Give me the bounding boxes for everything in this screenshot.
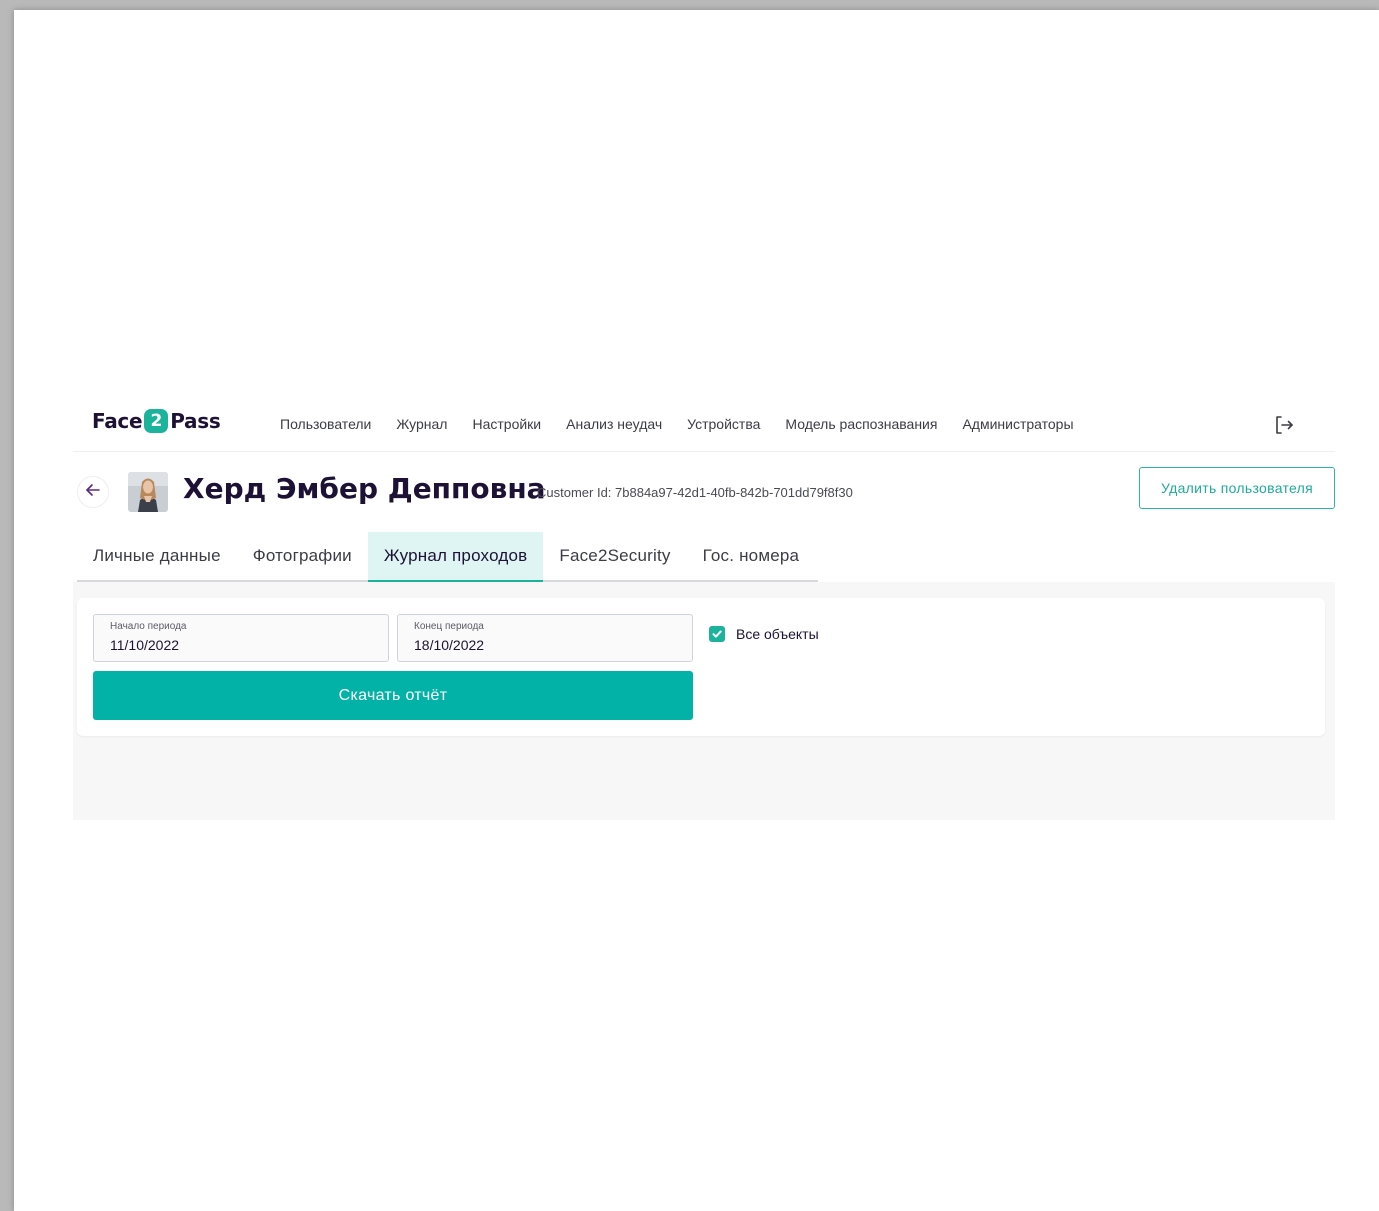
nav-item-recognition-model[interactable]: Модель распознавания [785,416,937,432]
period-end-label: Конец периода [414,621,484,632]
logout-icon[interactable] [1273,414,1295,436]
back-button[interactable] [77,476,109,508]
period-end-input[interactable] [414,637,664,653]
user-avatar [128,472,168,512]
delete-user-button[interactable]: Удалить пользователя [1139,467,1335,509]
period-end-field[interactable]: Конец периода [397,614,693,662]
checkbox-checked-icon[interactable] [709,626,725,642]
arrow-left-icon [84,481,102,504]
period-start-label: Начало периода [110,621,187,632]
tab-content-area: Начало периода Конец периода Все объекты… [73,582,1335,820]
nav-item-devices[interactable]: Устройства [687,416,760,432]
tab-photos[interactable]: Фотографии [237,532,368,580]
browser-window: Face 2 Pass Пользователи Журнал Настройк… [14,10,1379,1211]
period-start-field[interactable]: Начало периода [93,614,389,662]
nav-item-journal[interactable]: Журнал [396,416,447,432]
nav-item-administrators[interactable]: Администраторы [962,416,1073,432]
logo-badge-two: 2 [144,409,169,433]
tab-face2security[interactable]: Face2Security [543,532,686,580]
face2pass-logo[interactable]: Face 2 Pass [92,409,221,433]
profile-title-row: Херд Эмбер Депповна Customer Id: 7b884a9… [73,452,1335,532]
tab-personal-data[interactable]: Личные данные [77,532,237,580]
customer-id-text: Customer Id: 7b884a97-42d1-40fb-842b-701… [537,485,853,500]
tab-license-plates[interactable]: Гос. номера [687,532,816,580]
user-full-name: Херд Эмбер Депповна [183,472,546,505]
nav-item-settings[interactable]: Настройки [472,416,541,432]
all-objects-label: Все объекты [736,626,819,642]
download-report-button[interactable]: Скачать отчёт [93,671,693,720]
main-nav: Пользователи Журнал Настройки Анализ неу… [280,416,1099,432]
profile-tabs: Личные данные Фотографии Журнал проходов… [77,532,818,582]
period-start-input[interactable] [110,637,360,653]
report-card: Начало периода Конец периода Все объекты… [77,598,1325,736]
nav-item-users[interactable]: Пользователи [280,416,371,432]
top-header: Face 2 Pass Пользователи Журнал Настройк… [73,397,1335,452]
app-container: Face 2 Pass Пользователи Журнал Настройк… [73,397,1335,820]
logo-text-face: Face [92,409,143,433]
logo-text-pass: Pass [170,409,221,433]
nav-item-failure-analysis[interactable]: Анализ неудач [566,416,662,432]
all-objects-checkbox[interactable]: Все объекты [709,626,819,642]
tab-access-journal[interactable]: Журнал проходов [367,532,544,582]
